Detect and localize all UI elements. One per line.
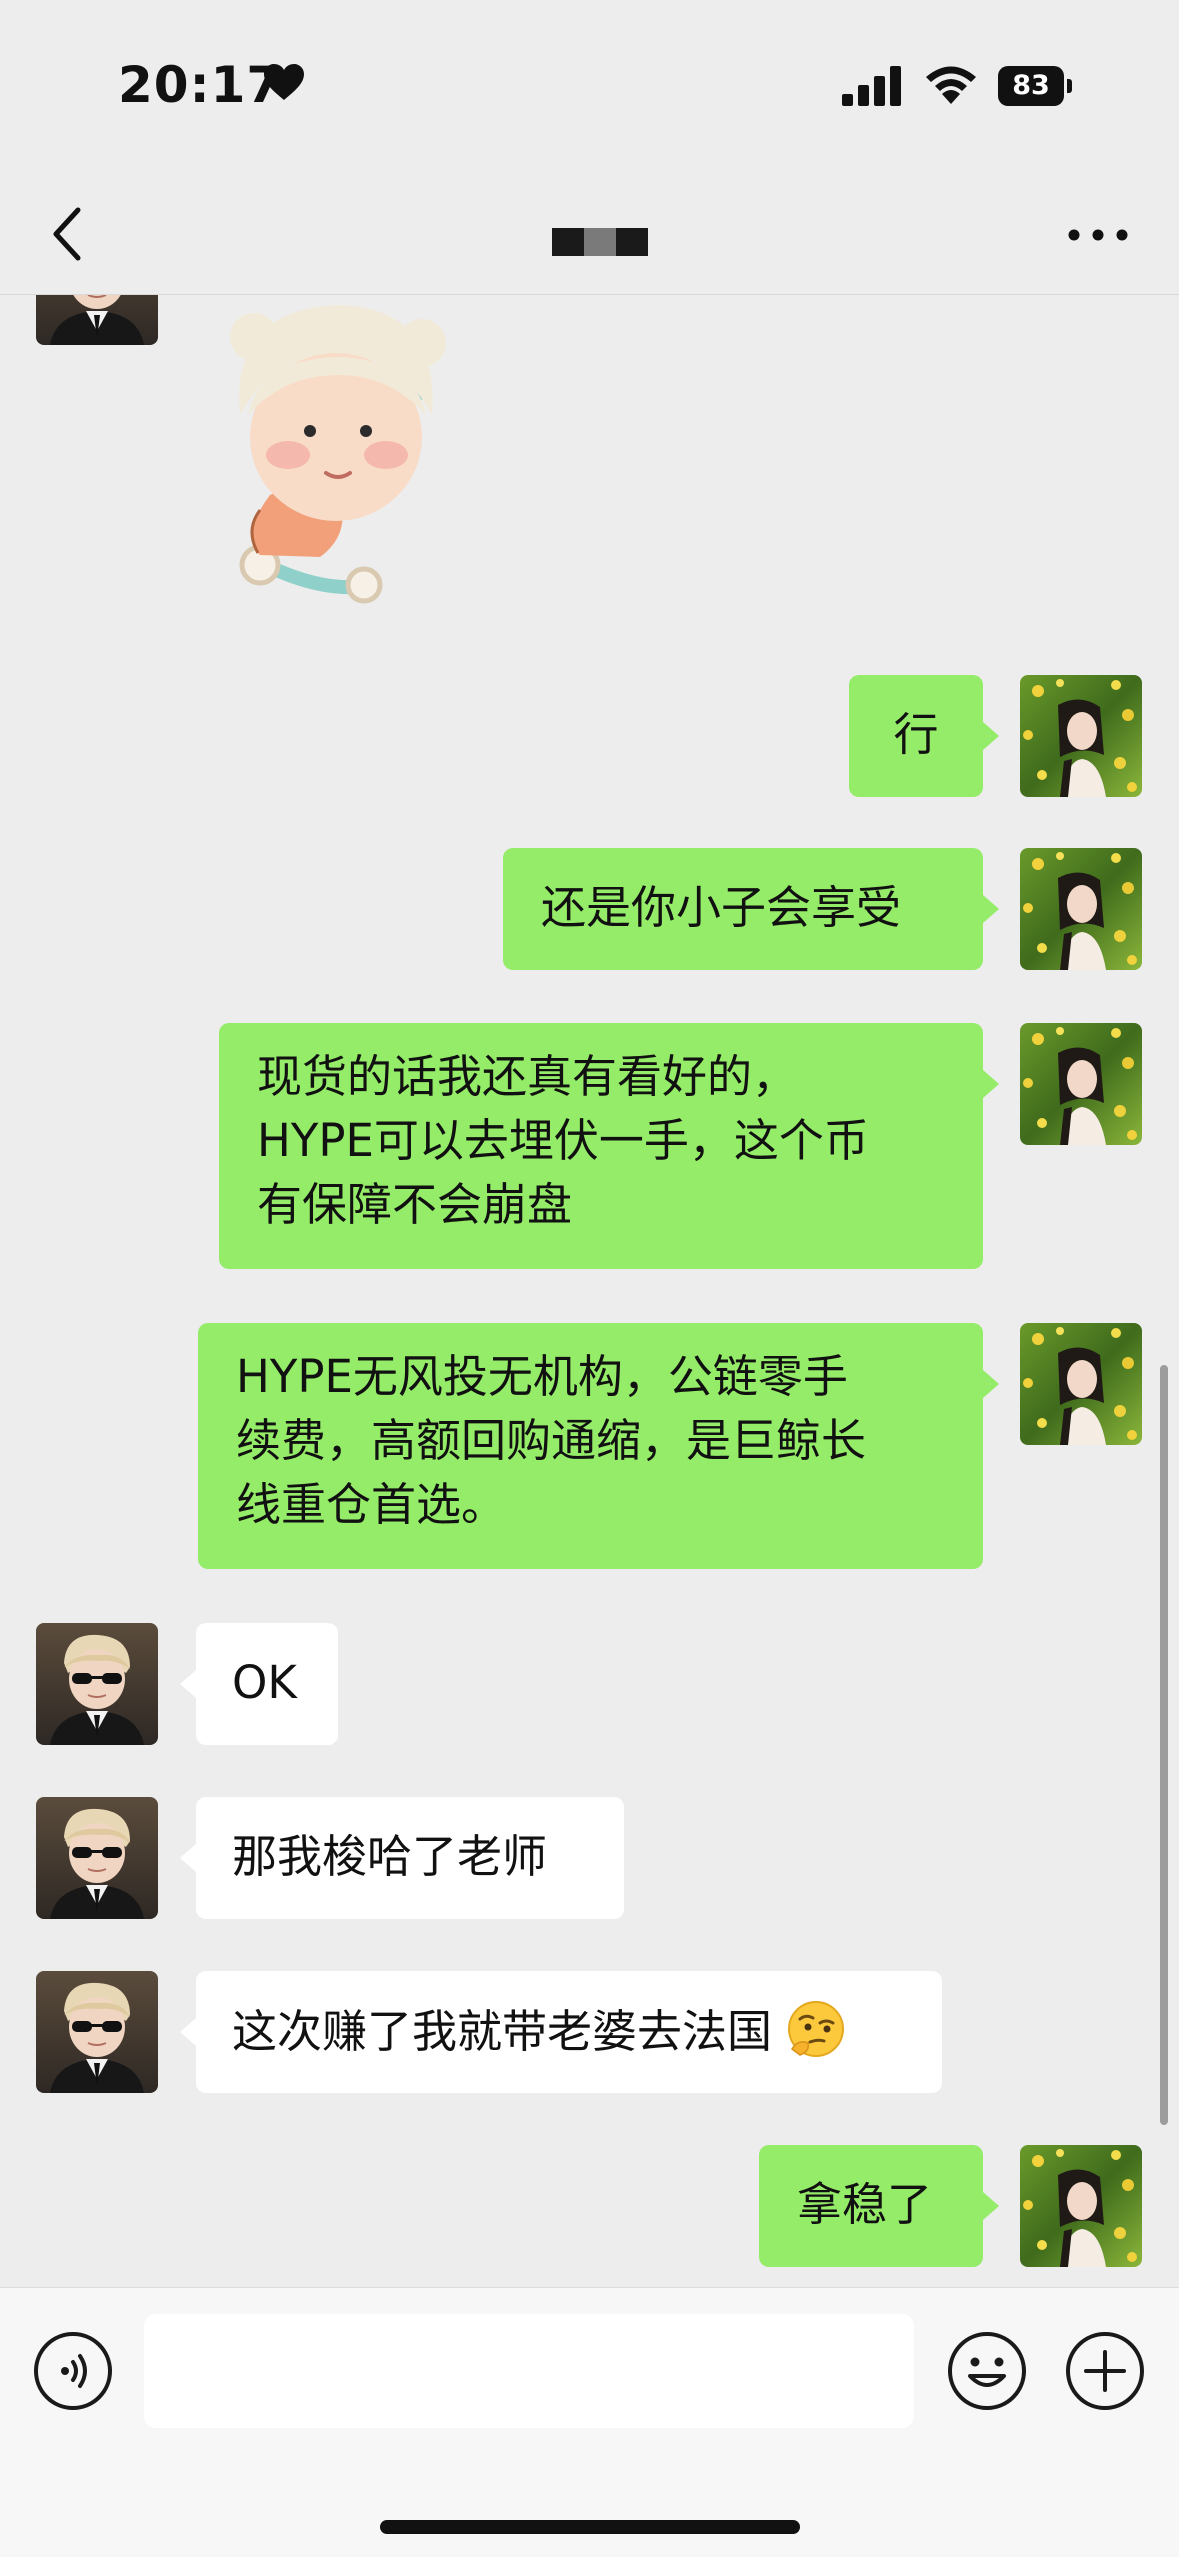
message-text: 那我梭哈了老师 [232, 1830, 548, 1883]
message-text: 还是你小子会享受 [541, 881, 902, 934]
wifi-icon [926, 66, 976, 104]
bubble-tail [180, 1844, 196, 1872]
voice-icon[interactable] [32, 2330, 114, 2412]
plus-icon[interactable] [1064, 2330, 1146, 2412]
bubble-tail [983, 895, 999, 923]
sunglasses-boy-avatar [36, 1623, 158, 1745]
bubble-tail [983, 1070, 999, 1098]
message-bubble-in[interactable]: OK [196, 1623, 338, 1745]
woman-garden-avatar [1020, 675, 1142, 797]
message-text: 这次赚了我就带老婆去法国 [232, 2005, 773, 2058]
avatar[interactable] [1020, 1323, 1142, 1445]
heart-icon [264, 64, 304, 100]
status-time: 20:17 [118, 56, 283, 114]
message-line: HYPE无风投无机构，公链零手 [236, 1350, 848, 1403]
battery-icon: 83 [998, 66, 1074, 106]
message-line: 线重仓首选。 [236, 1478, 507, 1531]
message-text: OK [232, 1656, 297, 1709]
message-bubble-out[interactable]: 拿稳了 [759, 2145, 983, 2267]
emoji-icon[interactable] [946, 2330, 1028, 2412]
status-bar: 20:17 83 [0, 0, 1179, 170]
home-indicator[interactable] [380, 2520, 800, 2534]
message-input[interactable] [144, 2314, 914, 2428]
message-line: 现货的话我还真有看好的， [257, 1050, 798, 1103]
bubble-tail [983, 1370, 999, 1398]
avatar[interactable] [1020, 848, 1142, 970]
woman-garden-avatar [1020, 2145, 1142, 2267]
baby-bear-hat-scooter-sticker[interactable] [200, 295, 470, 615]
bubble-tail [983, 722, 999, 750]
message-bubble-out[interactable]: 现货的话我还真有看好的， HYPE可以去埋伏一手，这个币 有保障不会崩盘 [219, 1023, 983, 1269]
bubble-tail [180, 1670, 196, 1698]
message-line: 续费，高额回购通缩，是巨鲸长 [236, 1414, 867, 1467]
bubble-tail [983, 2192, 999, 2220]
scrollbar[interactable] [1160, 1365, 1168, 2125]
input-bar [0, 2287, 1179, 2557]
woman-garden-avatar [1020, 1323, 1142, 1445]
avatar[interactable] [1020, 1023, 1142, 1145]
sunglasses-boy-avatar [36, 1971, 158, 2093]
message-text: 拿稳了 [797, 2178, 933, 2231]
message-bubble-out[interactable]: HYPE无风投无机构，公链零手 续费，高额回购通缩，是巨鲸长 线重仓首选。 [198, 1323, 983, 1569]
signal-icon [842, 66, 901, 106]
message-list[interactable]: 行 还是你小子会享受 现货的话我还真有看好的， HYPE可以去埋伏一手，这个币 … [0, 295, 1179, 2287]
avatar[interactable] [36, 1623, 158, 1745]
battery-level: 83 [1012, 70, 1050, 101]
message-line: HYPE可以去埋伏一手，这个币 [257, 1114, 869, 1167]
avatar[interactable] [1020, 2145, 1142, 2267]
chat-title-redacted [552, 228, 648, 256]
chat-header [0, 170, 1179, 295]
message-line: 有保障不会崩盘 [257, 1178, 573, 1231]
avatar[interactable] [36, 1971, 158, 2093]
bubble-tail [180, 2018, 196, 2046]
sunglasses-boy-avatar [36, 1797, 158, 1919]
woman-garden-avatar [1020, 1023, 1142, 1145]
more-dots-icon[interactable] [1058, 210, 1138, 260]
chevron-left-icon[interactable] [38, 196, 98, 272]
message-text: 行 [893, 708, 939, 761]
woman-garden-avatar [1020, 848, 1142, 970]
thinking-face-icon [788, 2001, 845, 2057]
message-bubble-in[interactable]: 那我梭哈了老师 [196, 1797, 624, 1919]
message-bubble-in[interactable]: 这次赚了我就带老婆去法国 [196, 1971, 942, 2093]
message-bubble-out[interactable]: 还是你小子会享受 [503, 848, 983, 970]
sunglasses-boy-avatar [36, 295, 158, 345]
message-bubble-out[interactable]: 行 [849, 675, 983, 797]
avatar[interactable] [36, 295, 158, 345]
avatar[interactable] [36, 1797, 158, 1919]
avatar[interactable] [1020, 675, 1142, 797]
